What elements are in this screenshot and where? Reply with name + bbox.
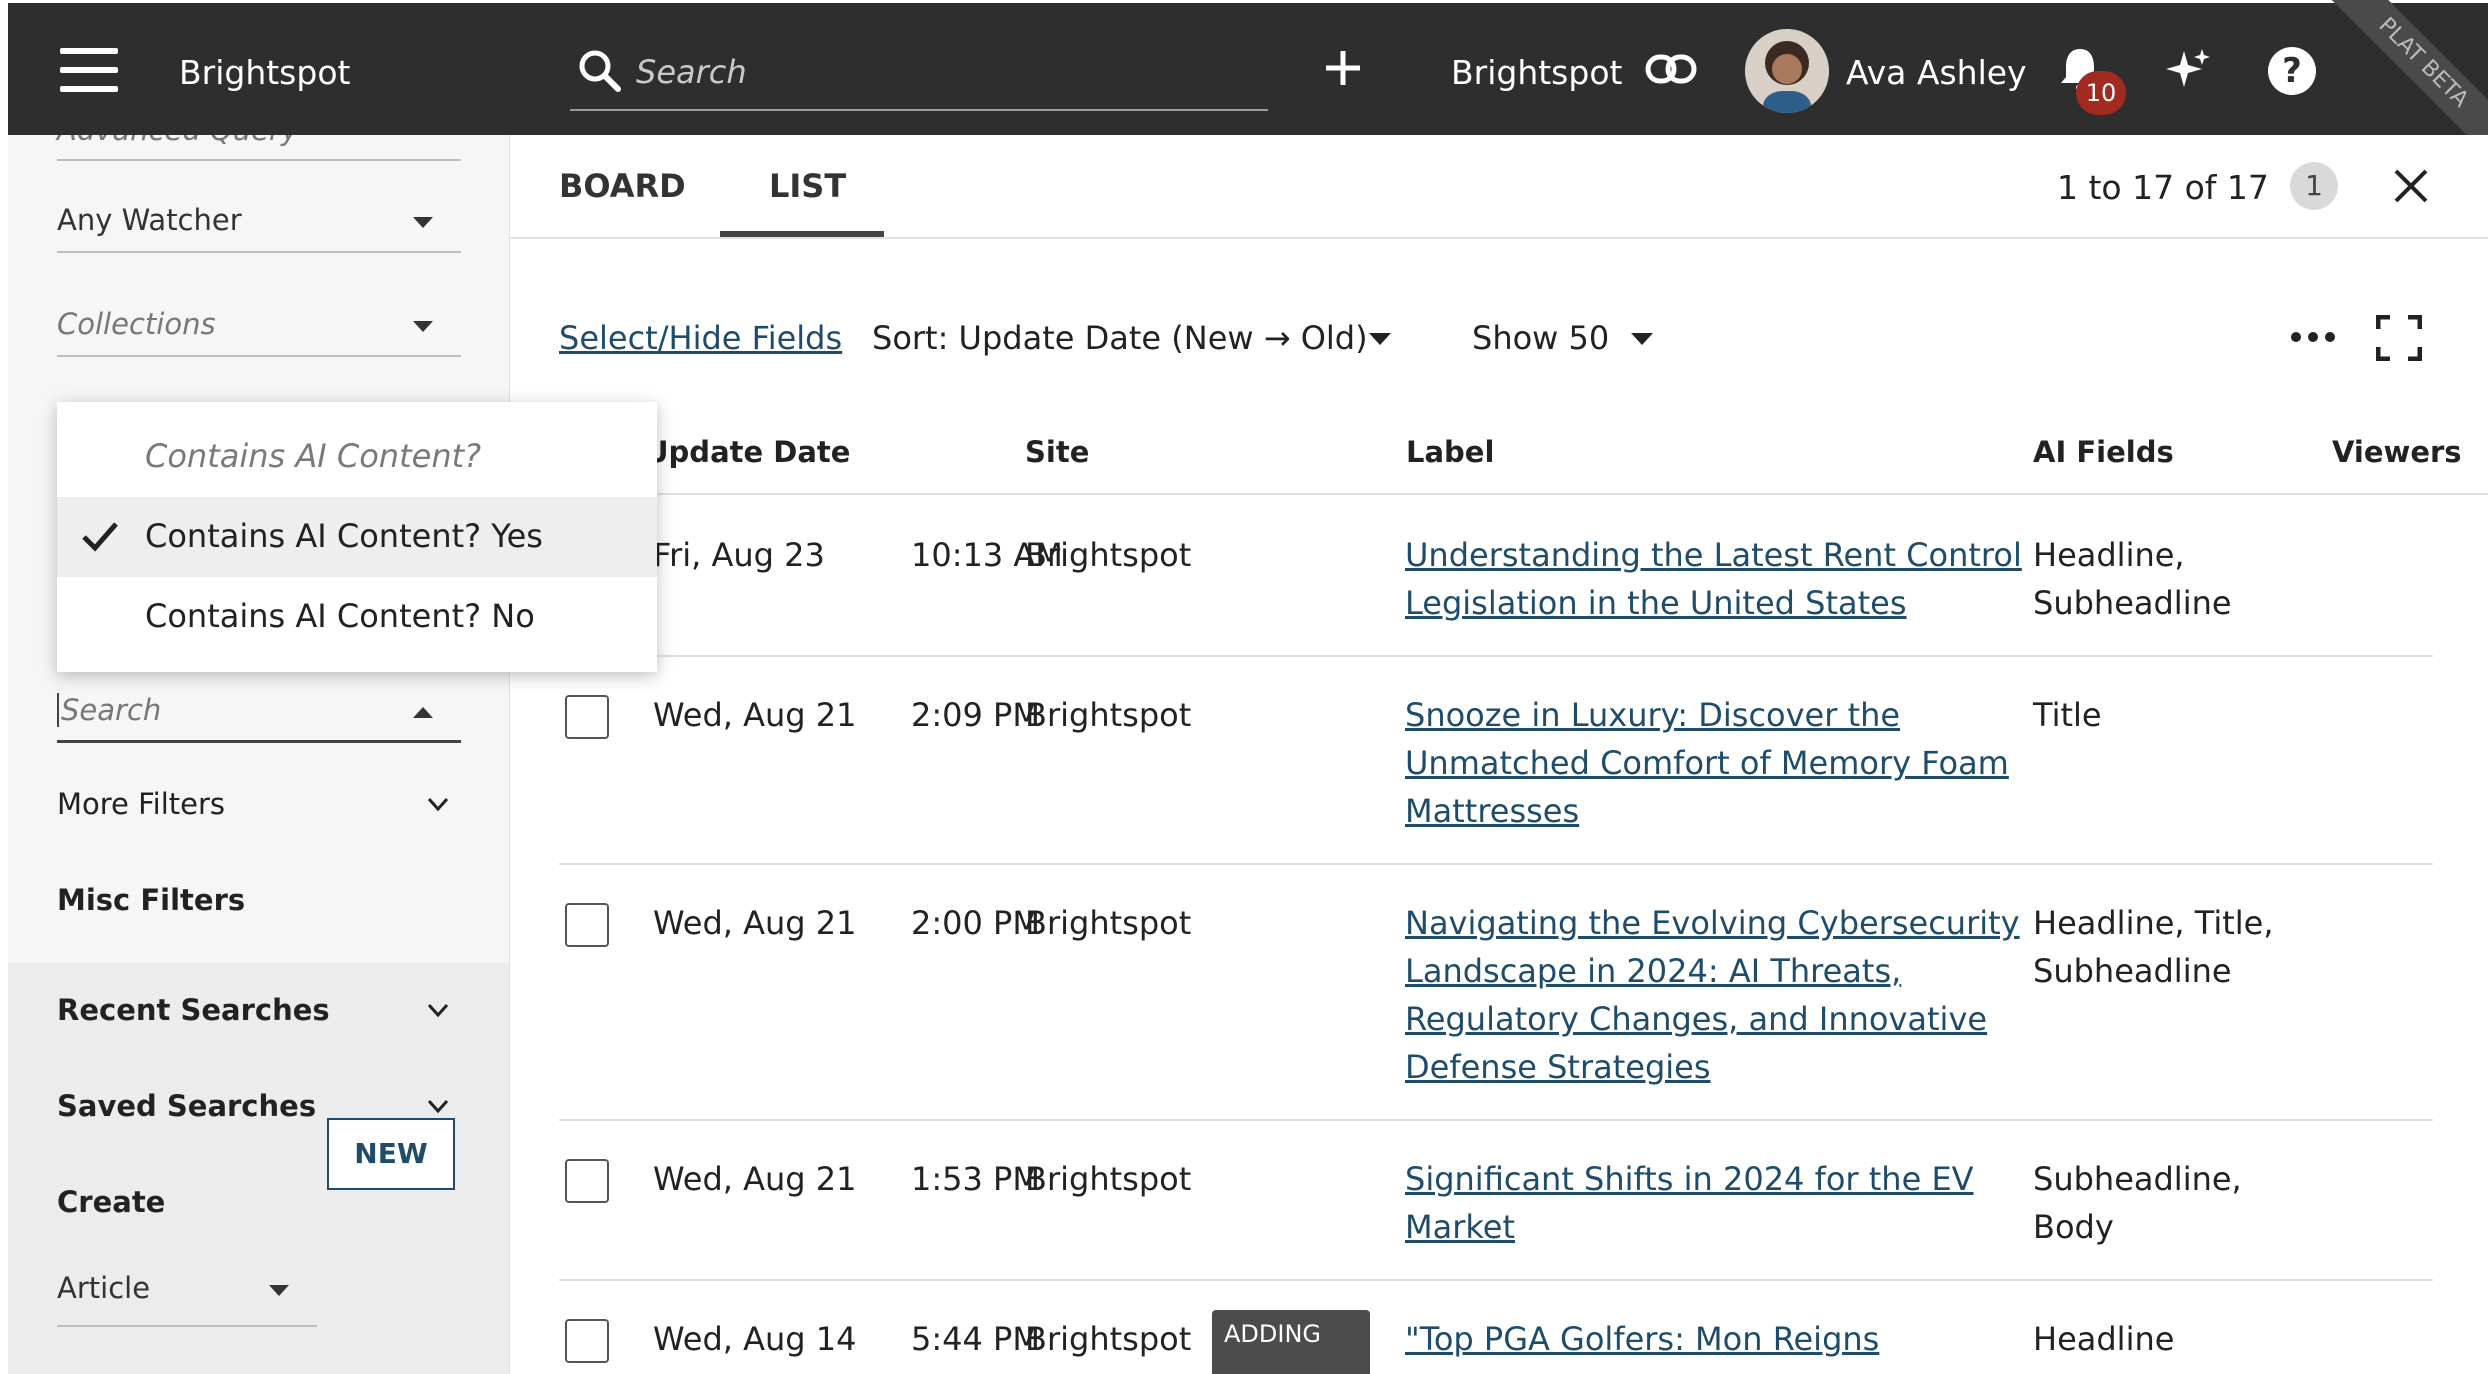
search-icon [579, 50, 621, 92]
site-switcher[interactable]: Brightspot [1451, 53, 1622, 92]
row-date: Wed, Aug 21 [653, 1160, 857, 1198]
table-row[interactable]: Fri, Aug 23 10:13 AM Brightspot Understa… [559, 497, 2433, 657]
row-time: 1:53 PM [911, 1160, 1040, 1198]
active-tab-indicator [720, 231, 884, 237]
row-ai-fields: Subheadline, Body [2033, 1160, 2242, 1246]
row-site: Brightspot [1025, 904, 1192, 942]
ai-content-dropdown: Contains AI Content? Contains AI Content… [57, 402, 657, 672]
list-toolbar: Select/Hide Fields Sort: Update Date (Ne… [510, 295, 2488, 375]
table-row[interactable]: Wed, Aug 21 1:53 PM Brightspot Significa… [559, 1121, 2433, 1281]
row-date: Wed, Aug 14 [653, 1320, 857, 1358]
col-update-date[interactable]: Update Date [645, 435, 850, 469]
caret-down-icon[interactable] [1369, 333, 1391, 345]
col-label[interactable]: Label [1406, 435, 1494, 469]
row-ai-fields: Headline [2033, 1320, 2175, 1358]
row-date: Wed, Aug 21 [653, 904, 857, 942]
row-site: Brightspot [1025, 536, 1192, 574]
row-time: 2:09 PM [911, 696, 1040, 734]
check-icon [82, 522, 118, 552]
brand-name[interactable]: Brightspot [179, 53, 350, 92]
sort-select[interactable]: Sort: Update Date (New → Old) [872, 319, 1368, 357]
row-ai-fields: Headline, Subheadline [2033, 536, 2232, 622]
col-viewers[interactable]: Viewers [2332, 435, 2462, 469]
tab-board[interactable]: BOARD [559, 167, 686, 205]
watcher-select[interactable]: Any Watcher [57, 193, 461, 253]
row-checkbox[interactable] [565, 1319, 609, 1363]
new-button[interactable]: NEW [327, 1118, 455, 1190]
filter-count-badge[interactable]: 1 [2290, 162, 2338, 210]
row-site: Brightspot [1025, 1320, 1192, 1358]
row-checkbox[interactable] [565, 1159, 609, 1203]
row-checkbox[interactable] [565, 695, 609, 739]
row-site: Brightspot [1025, 696, 1192, 734]
caret-down-icon[interactable] [1631, 333, 1653, 345]
row-label-link[interactable]: "Top PGA Golfers: Mon Reigns [1405, 1315, 1879, 1363]
hamburger-icon[interactable] [60, 48, 118, 92]
link-icon[interactable] [1645, 53, 1697, 85]
row-label-link[interactable]: Understanding the Latest Rent Control Le… [1405, 531, 2022, 627]
expand-icon[interactable] [2376, 315, 2422, 361]
row-ai-fields: Title [2033, 696, 2102, 734]
row-time: 2:00 PM [911, 904, 1040, 942]
create-label: Create [57, 1185, 166, 1219]
caret-down-icon [269, 1285, 289, 1296]
view-tabs: BOARD LIST 1 to 17 of 17 1 [510, 135, 2488, 239]
result-count: 1 to 17 of 17 [2057, 168, 2269, 207]
chevron-down-icon [427, 1003, 449, 1018]
table-row[interactable]: Wed, Aug 14 5:44 PM Brightspot "Top PGA … [559, 1281, 2433, 1374]
misc-filters-label[interactable]: Misc Filters [57, 883, 461, 917]
dropdown-option-no[interactable]: Contains AI Content? No [57, 577, 657, 657]
dropdown-header: Contains AI Content? [145, 437, 482, 475]
table-row[interactable]: Wed, Aug 21 2:00 PM Brightspot Navigatin… [559, 865, 2433, 1121]
more-filters-toggle[interactable]: More Filters [57, 787, 461, 821]
table-row[interactable]: Wed, Aug 21 2:09 PM Brightspot Snooze in… [559, 657, 2433, 865]
notification-badge: 10 [2076, 71, 2126, 115]
sparkle-icon[interactable] [2162, 45, 2212, 95]
close-icon[interactable] [2390, 165, 2432, 207]
row-ai-fields: Headline, Title, Subheadline [2033, 904, 2274, 990]
row-date: Fri, Aug 23 [653, 536, 825, 574]
main-panel: BOARD LIST 1 to 17 of 17 1 Select/Hide F… [510, 135, 2488, 1374]
row-checkbox[interactable] [565, 903, 609, 947]
table-header: Update Date Site Label AI Fields Viewers [510, 413, 2488, 495]
plus-icon[interactable] [1320, 45, 1366, 91]
tab-list[interactable]: LIST [769, 167, 846, 205]
col-site[interactable]: Site [1025, 435, 1089, 469]
global-search-input[interactable] [636, 49, 1236, 95]
select-hide-fields-link[interactable]: Select/Hide Fields [559, 319, 842, 357]
filter-search-input[interactable]: Search [57, 683, 461, 743]
collections-select[interactable]: Collections [57, 297, 461, 357]
caret-up-icon [413, 707, 433, 718]
row-label-link[interactable]: Snooze in Luxury: Discover the Unmatched… [1405, 691, 2009, 835]
create-type-select[interactable]: Article [57, 1255, 317, 1327]
page-size-select[interactable]: Show 50 [1472, 319, 1609, 357]
recent-searches-toggle[interactable]: Recent Searches [57, 993, 461, 1027]
caret-down-icon [413, 321, 433, 332]
chevron-down-icon [427, 797, 449, 812]
row-time: 5:44 PM [911, 1320, 1040, 1358]
global-search [570, 43, 1268, 111]
row-date: Wed, Aug 21 [653, 696, 857, 734]
help-icon[interactable]: ? [2268, 47, 2316, 95]
caret-down-icon [413, 217, 433, 228]
user-name[interactable]: Ava Ashley [1846, 53, 2027, 92]
row-site: Brightspot [1025, 1160, 1192, 1198]
advanced-query-field[interactable]: Advanced Query [57, 135, 461, 161]
adding-toast: ADDING [1212, 1310, 1370, 1374]
avatar[interactable] [1745, 29, 1829, 113]
row-label-link[interactable]: Navigating the Evolving Cybersecurity La… [1405, 899, 2020, 1091]
row-label-link[interactable]: Significant Shifts in 2024 for the EV Ma… [1405, 1155, 1974, 1251]
col-ai-fields[interactable]: AI Fields [2033, 435, 2174, 469]
top-bar: Brightspot Brightspot Ava Ashley 10 ? PL… [8, 0, 2488, 159]
dropdown-option-yes[interactable]: Contains AI Content? Yes [57, 497, 657, 577]
chevron-down-icon [427, 1099, 449, 1114]
more-icon[interactable] [2290, 331, 2336, 343]
